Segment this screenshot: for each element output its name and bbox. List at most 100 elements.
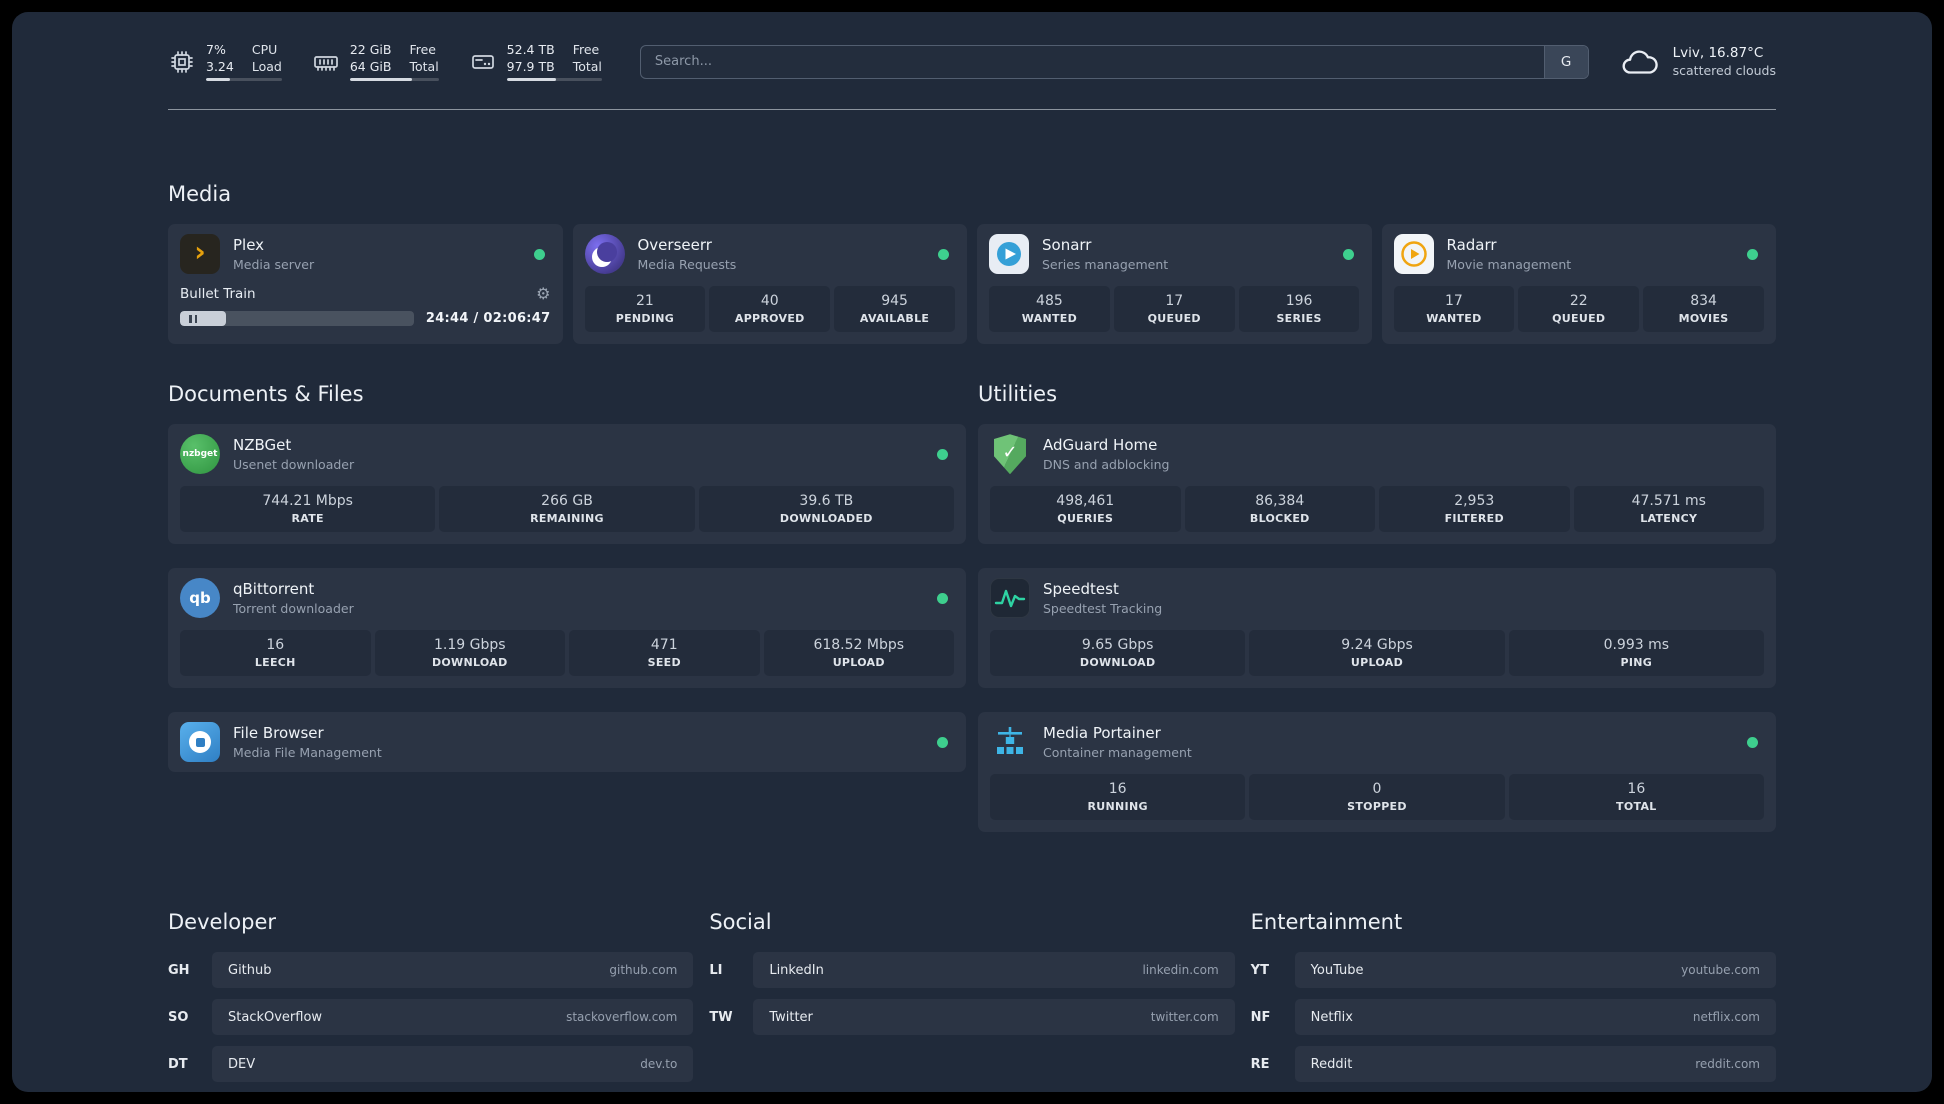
disk-progress-fill <box>506 78 557 82</box>
stat-box: 86,384 BLOCKED <box>1184 486 1375 533</box>
bookmark-abbr: LI <box>709 962 723 978</box>
bookmark-abbr: DT <box>168 1056 188 1072</box>
stat-box: 266 GB REMAINING <box>439 486 695 533</box>
cpu-progress-fill <box>206 78 231 82</box>
speedtest-icon <box>990 578 1030 619</box>
plex-now-playing: Bullet Train ⚙ 24:44 / 02:06:47 <box>180 286 551 327</box>
resource-widget-cpu: 7% CPU 3.24 Load <box>168 42 282 82</box>
playback-time: 24:44 / 02:06:47 <box>425 311 551 327</box>
now-playing-title: Bullet Train <box>180 286 256 303</box>
bookmark-dev[interactable]: DEV dev.to <box>212 1046 694 1083</box>
service-link-qbittorrent[interactable]: qb qBittorrent Torrent downloader <box>168 568 966 628</box>
group-title-media: Media <box>168 182 232 207</box>
bookmark-row: DT DEV dev.to <box>168 1046 694 1083</box>
bookmark-row: YT YouTube youtube.com <box>1250 952 1776 989</box>
service-link-overseerr[interactable]: Overseerr Media Requests <box>573 224 968 284</box>
stat-box: 471 SEED <box>569 630 760 677</box>
weather-location-temp: Lviv, 16.87°C <box>1672 45 1764 62</box>
service-desc: Container management <box>1043 745 1192 761</box>
service-link-speedtest[interactable]: Speedtest Speedtest Tracking <box>978 568 1776 628</box>
service-desc: Torrent downloader <box>233 601 354 617</box>
service-card-speedtest: Speedtest Speedtest Tracking 9.65 Gbps D… <box>978 568 1776 689</box>
stat-box: 9.65 Gbps DOWNLOAD <box>990 630 1246 677</box>
bookmark-abbr: NF <box>1250 1009 1271 1025</box>
service-link-portainer[interactable]: Media Portainer Container management <box>978 712 1776 772</box>
stat-box: 16 TOTAL <box>1508 774 1764 821</box>
memory-progress-track <box>349 78 439 82</box>
disk-icon <box>471 54 494 69</box>
service-link-adguard[interactable]: ✓ AdGuard Home DNS and adblocking <box>978 424 1776 484</box>
status-dot <box>937 592 948 604</box>
playback-progress-track[interactable] <box>180 311 414 327</box>
stat-box: 22 QUEUED <box>1518 286 1640 333</box>
group-title-utilities: Utilities <box>978 382 1058 407</box>
bookmark-twitter[interactable]: Twitter twitter.com <box>753 999 1235 1036</box>
service-card-filebrowser: File Browser Media File Management <box>168 712 966 773</box>
resource-widget-memory: 22 GiB Free 64 GiB Total <box>312 42 439 82</box>
bookmark-stackoverflow[interactable]: StackOverflow stackoverflow.com <box>212 999 694 1036</box>
bookmark-abbr: TW <box>709 1009 733 1025</box>
service-desc: Usenet downloader <box>233 457 355 473</box>
stat-box: 16 RUNNING <box>990 774 1246 821</box>
bookmark-abbr: YT <box>1250 962 1269 978</box>
group-documents: Documents & Files nzbget NZBGet Usenet d… <box>168 382 966 773</box>
bookmark-row: RE Reddit reddit.com <box>1251 1046 1776 1083</box>
service-link-nzbget[interactable]: nzbget NZBGet Usenet downloader <box>168 424 966 484</box>
cpu-icon <box>171 50 193 73</box>
bookmark-github[interactable]: Github github.com <box>212 952 694 989</box>
service-link-sonarr[interactable]: Sonarr Series management <box>977 224 1372 284</box>
memory-total-value: 64 GiB <box>349 58 392 74</box>
memory-icon <box>313 55 338 71</box>
bookmark-row: NF Netflix netflix.com <box>1250 999 1776 1036</box>
pause-icon[interactable] <box>189 314 197 323</box>
memory-total-label: Total <box>409 58 439 74</box>
dashboard-panel: 7% CPU 3.24 Load 22 GiB Free 64 GiB Tota… <box>12 12 1932 1092</box>
stat-box: 40 APPROVED <box>709 286 831 333</box>
stat-box: 9.24 Gbps UPLOAD <box>1249 630 1505 677</box>
bookmark-row: TW Twitter twitter.com <box>709 999 1235 1036</box>
bookmark-abbr: GH <box>168 962 190 978</box>
service-link-filebrowser[interactable]: File Browser Media File Management <box>168 712 966 772</box>
bookmark-youtube[interactable]: YouTube youtube.com <box>1294 952 1776 989</box>
bookmark-group-entertainment: Entertainment YT YouTube youtube.com NF … <box>1251 910 1776 1092</box>
bookmark-group-developer: Developer GH Github github.com SO StackO… <box>168 910 694 1092</box>
stat-box: 618.52 Mbps UPLOAD <box>763 630 954 677</box>
filebrowser-icon <box>180 722 220 763</box>
group-media: Media › Plex Media server Bullet Train ⚙ <box>168 182 1777 345</box>
service-card-adguard: ✓ AdGuard Home DNS and adblocking 498,46… <box>978 424 1776 545</box>
service-card-plex: › Plex Media server Bullet Train ⚙ 24:44… <box>168 224 563 345</box>
stat-box: 17 QUEUED <box>1113 286 1235 333</box>
service-name: File Browser <box>233 724 324 743</box>
bookmark-group-title: Entertainment <box>1250 910 1403 935</box>
memory-free-value: 22 GiB <box>349 42 392 57</box>
bookmark-linkedin[interactable]: LinkedIn linkedin.com <box>753 952 1235 989</box>
stat-box: 0.993 ms PING <box>1508 630 1764 677</box>
service-link-plex[interactable]: › Plex Media server <box>168 224 563 284</box>
cpu-load-label: Load <box>251 58 282 74</box>
resource-widget-disk: 52.4 TB Free 97.9 TB Total <box>469 42 602 82</box>
bookmark-group-title: Social <box>709 910 772 935</box>
memory-progress-fill <box>349 78 413 82</box>
weather-condition: scattered clouds <box>1672 63 1776 79</box>
status-dot <box>1747 248 1758 260</box>
service-name: NZBGet <box>233 436 292 455</box>
bookmark-netflix[interactable]: Netflix netflix.com <box>1294 999 1776 1036</box>
bookmark-abbr: SO <box>168 1009 189 1025</box>
bookmark-reddit[interactable]: Reddit reddit.com <box>1294 1046 1776 1083</box>
stat-box: 1.19 Gbps DOWNLOAD <box>374 630 565 677</box>
status-dot <box>937 448 948 460</box>
search-provider-button[interactable]: G <box>1543 45 1588 78</box>
service-name: Media Portainer <box>1043 724 1161 743</box>
status-dot <box>1342 248 1354 260</box>
service-card-radarr: Radarr Movie management 17 WANTED 22 QUE… <box>1381 224 1777 345</box>
sonarr-icon <box>989 234 1029 275</box>
search-input[interactable] <box>639 44 1589 79</box>
service-link-radarr[interactable]: Radarr Movie management <box>1382 224 1777 284</box>
service-desc: Series management <box>1042 257 1169 273</box>
stat-box: 21 PENDING <box>584 286 706 333</box>
gear-icon[interactable]: ⚙ <box>536 286 550 302</box>
disk-free-value: 52.4 TB <box>506 42 555 57</box>
plex-icon: › <box>180 234 220 275</box>
service-name: Radarr <box>1446 236 1497 255</box>
stat-box: 834 MOVIES <box>1643 286 1764 333</box>
